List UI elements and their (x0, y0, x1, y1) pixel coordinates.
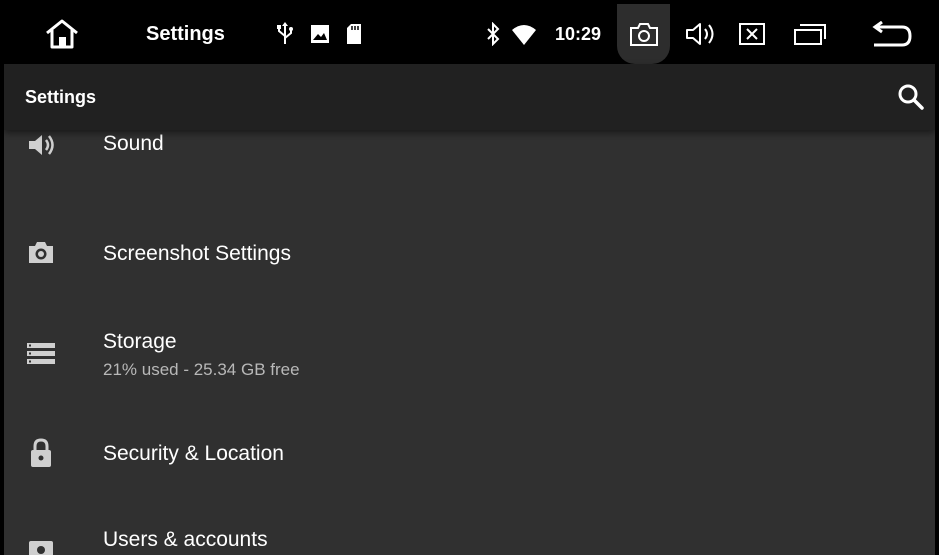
settings-item-screenshot[interactable]: Screenshot Settings (4, 204, 935, 302)
bluetooth-icon (485, 22, 501, 46)
search-icon[interactable] (897, 83, 925, 111)
settings-item-title: Storage (103, 330, 177, 353)
clock: 10:29 (555, 23, 602, 44)
home-icon[interactable] (44, 18, 80, 50)
camera-icon (26, 238, 56, 268)
storage-icon (26, 338, 56, 368)
app-toolbar: Settings (4, 64, 935, 130)
recents-icon[interactable] (793, 22, 827, 46)
lock-icon (26, 438, 56, 468)
volume-icon[interactable] (685, 21, 717, 47)
page-title: Settings (25, 86, 97, 107)
settings-item-security[interactable]: Security & Location (4, 404, 935, 502)
settings-item-storage[interactable]: Storage 21% used - 25.34 GB free (4, 304, 935, 402)
settings-item-title: Sound (103, 132, 164, 155)
wifi-icon (511, 24, 537, 46)
volume-icon (26, 130, 56, 160)
settings-item-title: Screenshot Settings (103, 242, 291, 265)
back-icon[interactable] (870, 21, 914, 49)
sd-card-icon (346, 23, 362, 45)
account-icon (26, 538, 56, 555)
status-bar: Settings 10:29 (4, 4, 935, 64)
screen: Settings 10:29 Settings Sound Screenshot… (4, 4, 935, 555)
settings-item-title: Users & accounts (103, 528, 268, 551)
screenshot-icon[interactable] (629, 21, 659, 47)
close-app-icon[interactable] (738, 22, 766, 46)
usb-icon (276, 22, 294, 46)
settings-item-title: Security & Location (103, 442, 284, 465)
settings-item-users[interactable]: Users & accounts (4, 504, 935, 555)
settings-item-subtitle: 21% used - 25.34 GB free (103, 360, 300, 379)
image-icon (310, 24, 330, 44)
status-app-title: Settings (146, 22, 225, 45)
